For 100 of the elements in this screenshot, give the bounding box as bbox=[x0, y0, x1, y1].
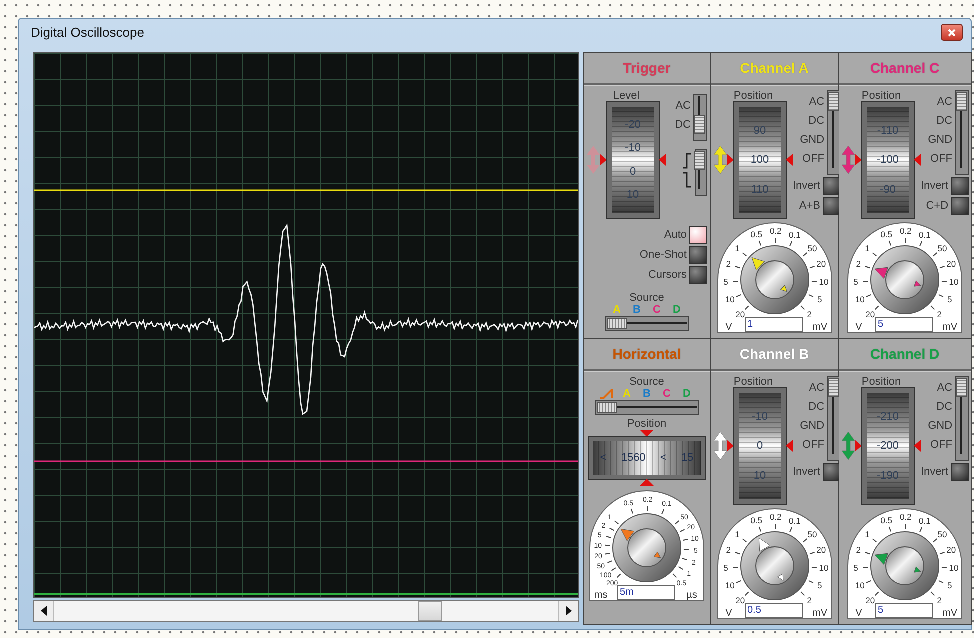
toggle-button[interactable] bbox=[950, 177, 969, 195]
level-label: Level bbox=[613, 90, 640, 102]
channel-letter: B bbox=[632, 304, 642, 316]
coupling-label: GND bbox=[927, 420, 953, 432]
position-drum[interactable]: -10 0 10 bbox=[734, 388, 786, 504]
unit-label: mV bbox=[812, 608, 827, 619]
slider-thumb[interactable] bbox=[607, 318, 627, 329]
scale-label: -90 bbox=[880, 184, 896, 196]
dial-label: 5 bbox=[723, 277, 728, 288]
slider-thumb[interactable] bbox=[828, 378, 839, 397]
dial-label: 0.1 bbox=[919, 230, 931, 240]
scale-label: 0 bbox=[756, 440, 764, 452]
position-label: Position bbox=[734, 376, 774, 388]
dial-label: 50 bbox=[807, 530, 817, 540]
value-field[interactable]: 5 bbox=[875, 317, 933, 332]
up-down-arrow-icon bbox=[842, 432, 855, 460]
knob-drawing[interactable] bbox=[612, 514, 682, 582]
dial-label: 20 bbox=[735, 596, 745, 606]
scale-label: < bbox=[660, 452, 667, 464]
dial-label: 5 bbox=[854, 277, 858, 288]
dial-label: 0.1 bbox=[788, 516, 800, 526]
dial-label: 0.1 bbox=[788, 230, 800, 240]
position-drum[interactable]: 90 100 110 bbox=[734, 102, 786, 218]
scrollbar-thumb[interactable] bbox=[418, 601, 442, 621]
dial-label: 20 bbox=[816, 545, 826, 556]
panel-title: Channel A bbox=[740, 60, 809, 76]
unit-label: ms bbox=[594, 590, 608, 601]
scrollbar[interactable] bbox=[33, 600, 579, 622]
dial-label: 0.1 bbox=[919, 516, 931, 526]
dial-label: 5 bbox=[816, 580, 822, 591]
coupling-label: OFF bbox=[802, 152, 825, 164]
coupling-label: AC bbox=[674, 100, 691, 112]
dial-label: 2 bbox=[806, 596, 812, 606]
up-down-arrow-icon bbox=[714, 432, 727, 460]
dial-label: 10 bbox=[724, 294, 734, 305]
dial-label: 0.2 bbox=[900, 512, 912, 522]
panel-title: Channel B bbox=[740, 346, 810, 362]
channel-letter: A bbox=[612, 304, 622, 316]
value-field[interactable]: 5m bbox=[617, 585, 675, 600]
dial-label: 50 bbox=[938, 244, 948, 254]
dial-label: 10 bbox=[724, 580, 734, 591]
slider-thumb[interactable] bbox=[956, 92, 967, 111]
option-label: Invert bbox=[793, 466, 821, 478]
coupling-label: DC bbox=[936, 400, 953, 412]
scale-label: 110 bbox=[751, 184, 769, 196]
scale-label: -100 bbox=[876, 154, 900, 166]
position-label: Position bbox=[862, 90, 902, 102]
dial-label: 10 bbox=[818, 563, 828, 574]
channel-letter: C bbox=[652, 304, 662, 316]
position-drum[interactable]: < 1560 < 15 bbox=[589, 437, 705, 479]
dial-label: 50 bbox=[807, 244, 817, 254]
toggle-button[interactable] bbox=[822, 197, 841, 215]
source-label: Source bbox=[630, 292, 664, 304]
coupling-label: DC bbox=[674, 118, 691, 130]
coupling-label: DC bbox=[808, 114, 825, 126]
coupling-label: OFF bbox=[930, 438, 953, 450]
dial-label: 5 bbox=[947, 580, 952, 591]
toggle-button[interactable] bbox=[689, 226, 707, 244]
slider-thumb[interactable] bbox=[694, 151, 705, 170]
dial-label: 20 bbox=[866, 596, 876, 606]
toggle-button[interactable] bbox=[689, 266, 707, 284]
toggle-button[interactable] bbox=[822, 463, 841, 481]
dial-label: 50 bbox=[938, 530, 948, 540]
option-label: Invert bbox=[793, 180, 821, 192]
option-label: Invert bbox=[921, 180, 949, 192]
panel-title: Channel D bbox=[870, 346, 940, 362]
toggle-button[interactable] bbox=[950, 463, 969, 481]
toggle-button[interactable] bbox=[950, 197, 969, 215]
panel-title: Channel C bbox=[870, 60, 940, 76]
close-button[interactable] bbox=[941, 24, 963, 41]
scale-label: 100 bbox=[750, 154, 770, 166]
dial-label: 1 bbox=[865, 244, 870, 254]
dial-label: 0.2 bbox=[900, 226, 912, 236]
scroll-left-button[interactable] bbox=[34, 601, 54, 621]
slider-thumb[interactable] bbox=[597, 402, 617, 413]
source-label: Source bbox=[630, 376, 664, 388]
dial-label: 10 bbox=[949, 563, 959, 574]
value-field[interactable]: 1 bbox=[744, 317, 802, 332]
channel-letter: D bbox=[682, 388, 692, 400]
scale-label: -10 bbox=[625, 142, 641, 154]
unit-label: mV bbox=[942, 608, 958, 619]
position-drum[interactable]: -210 -200 -190 bbox=[862, 388, 914, 504]
value-field[interactable]: 5 bbox=[875, 603, 933, 618]
slider-thumb[interactable] bbox=[694, 115, 705, 134]
slider-thumb[interactable] bbox=[828, 92, 839, 111]
position-drum[interactable]: -110 -100 -90 bbox=[862, 102, 914, 218]
coupling-label: GND bbox=[927, 134, 953, 146]
position-drum[interactable]: -20 -10 0 10 bbox=[607, 102, 659, 218]
panel-title: Trigger bbox=[623, 60, 671, 76]
coupling-label: OFF bbox=[802, 438, 825, 450]
toggle-button[interactable] bbox=[689, 246, 707, 264]
toggle-button[interactable] bbox=[822, 177, 841, 195]
scroll-right-button[interactable] bbox=[558, 601, 578, 621]
value-field[interactable]: 0.5 bbox=[744, 603, 802, 618]
dial-label: 2 bbox=[856, 259, 861, 270]
position-label: Position bbox=[627, 418, 667, 430]
scale-label: 0 bbox=[630, 166, 636, 178]
slider-thumb[interactable] bbox=[956, 378, 967, 397]
scale-label: 10 bbox=[626, 189, 640, 202]
rising-edge-icon bbox=[683, 152, 691, 168]
